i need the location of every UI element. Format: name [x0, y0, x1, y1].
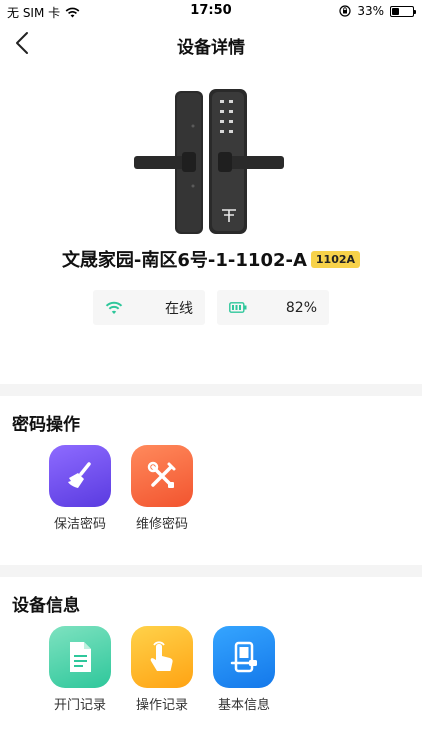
operation-records-button[interactable]: 操作记录 [129, 626, 195, 713]
broom-icon [49, 445, 111, 507]
room-badge: 1102A [310, 250, 361, 268]
door-open-records-label: 开门记录 [53, 698, 106, 713]
online-status-text: 在线 [165, 300, 193, 317]
door-lock-image [134, 89, 284, 234]
battery-icon [229, 302, 247, 313]
tap-hand-icon [131, 626, 193, 688]
nav-bar: 设备详情 [0, 22, 422, 64]
operation-records-label: 操作记录 [135, 698, 188, 713]
orientation-lock-icon [339, 5, 351, 17]
battery-level-fill [392, 7, 399, 15]
section-divider [0, 384, 422, 396]
cleaning-password-button[interactable]: 保洁密码 [47, 445, 113, 532]
repair-password-button[interactable]: 维修密码 [129, 445, 195, 532]
device-name-row: 文晟家园-南区6号-1-1102-A 1102A [0, 246, 422, 272]
battery-percent: 33% [357, 4, 384, 18]
cleaning-password-label: 保洁密码 [53, 517, 106, 532]
page-title: 设备详情 [177, 38, 245, 58]
password-ops-title: 密码操作 [12, 415, 80, 435]
section-divider [0, 565, 422, 577]
battery-icon [390, 5, 416, 17]
document-icon [49, 626, 111, 688]
status-bar: 无 SIM 卡 17:50 33% [0, 0, 422, 22]
basic-info-label: 基本信息 [217, 698, 270, 713]
online-status-pill: 在线 [93, 290, 205, 325]
battery-level-text: 82% [285, 299, 317, 316]
tools-icon [131, 445, 193, 507]
device-info-title: 设备信息 [12, 596, 80, 616]
device-info-icon [213, 626, 275, 688]
battery-status-pill: 82% [217, 290, 329, 325]
repair-password-label: 维修密码 [135, 517, 188, 532]
status-right: 33% [339, 4, 416, 18]
basic-info-button[interactable]: 基本信息 [211, 626, 277, 713]
device-name: 文晟家园-南区6号-1-1102-A [61, 250, 307, 271]
door-open-records-button[interactable]: 开门记录 [47, 626, 113, 713]
wifi-icon [105, 301, 123, 314]
